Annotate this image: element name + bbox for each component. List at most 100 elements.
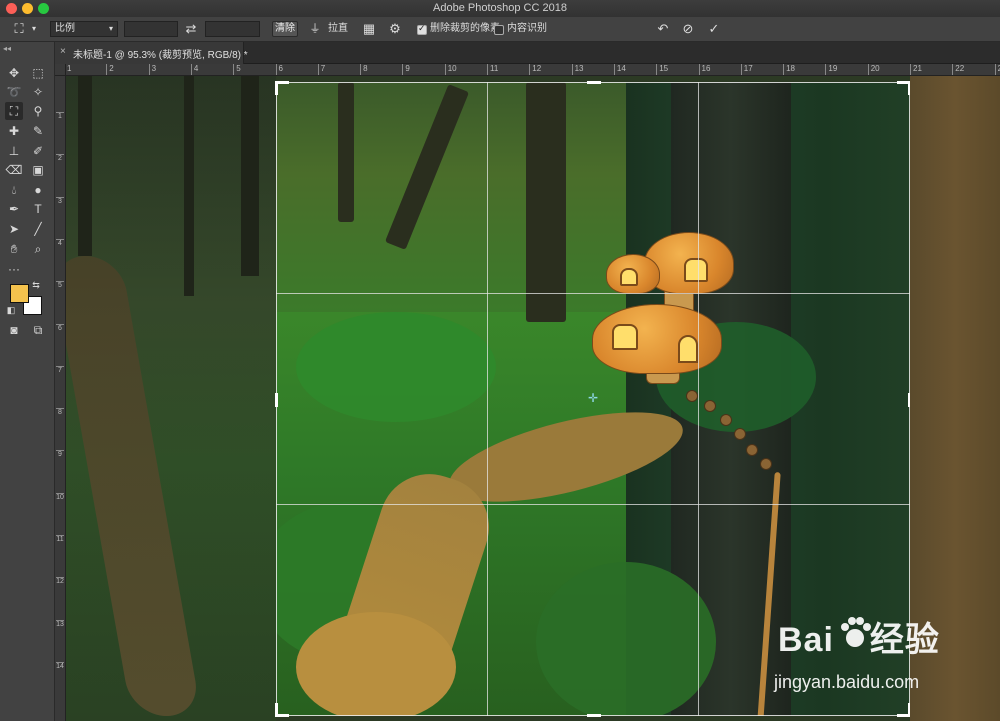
ruler-tick-label: 14 (56, 661, 64, 670)
ruler-tick-label: 6 (275, 64, 283, 75)
minimize-window-button[interactable] (22, 3, 33, 14)
height-field[interactable] (205, 21, 260, 37)
width-field[interactable] (124, 21, 178, 37)
hand-tool-icon[interactable]: ✋︎ (5, 240, 23, 258)
stair-step (704, 400, 716, 412)
ruler-tick-label: 17 (740, 64, 753, 75)
blur-tool-icon[interactable]: 💧︎ (5, 181, 23, 199)
crop-tool-icon[interactable]: ⛶ (5, 102, 23, 120)
delete-cropped-checkbox[interactable] (417, 23, 427, 35)
ruler-tick-label: 3 (148, 64, 156, 75)
more-tools-icon[interactable]: ··· (5, 260, 23, 278)
ruler-tick-label: 13 (571, 64, 584, 75)
lasso-tool-icon[interactable]: ➰ (5, 83, 23, 101)
ruler-tick-label: 7 (56, 365, 64, 375)
ruler-tick-label: 5 (233, 64, 241, 75)
healing-tool-icon[interactable]: ✚ (5, 122, 23, 140)
ruler-tick-label: 12 (56, 577, 64, 586)
crop-center-crosshair-icon: ✛ (588, 391, 599, 405)
document-tab-bar: × 未标题-1 @ 95.3% (裁剪预览, RGB/8) * (55, 42, 1000, 64)
path-select-tool-icon[interactable]: ➤ (5, 220, 23, 238)
screen-mode-icon[interactable]: ⧉ (29, 321, 47, 339)
chevron-down-icon: ▾ (108, 24, 113, 33)
marquee-tool-icon[interactable]: ⬚ (29, 64, 47, 82)
foreground-color-swatch[interactable] (10, 284, 29, 303)
history-brush-tool-icon[interactable]: ✐ (29, 142, 47, 160)
commit-check-icon[interactable]: ✓ (705, 21, 723, 37)
gradient-tool-icon[interactable]: ▣ (29, 161, 47, 179)
ruler-tick-label: 5 (56, 281, 64, 290)
tree-trunk (338, 82, 354, 222)
eyedropper-tool-icon[interactable]: ⚲ (29, 102, 47, 120)
ratio-value: 比例 (55, 23, 75, 34)
options-bar: ⛶ ▾ 比例 ▾ ⇄ 清除 ⏚ 拉直 ▦ ⚙ 删除裁剪的像素 内容识别 ↶ ⊘ … (0, 17, 1000, 42)
ruler-tick-label: 2 (106, 64, 114, 75)
clear-button[interactable]: 清除 (272, 21, 298, 37)
grid-line (487, 82, 488, 716)
eraser-tool-icon[interactable]: ⌫ (5, 161, 23, 179)
line-tool-icon[interactable]: ╱ (29, 220, 47, 238)
magic-wand-tool-icon[interactable]: ✧ (29, 83, 47, 101)
ruler-tick-label: 12 (529, 64, 541, 75)
quick-mask-icon[interactable]: ◙ (5, 321, 23, 339)
brush-tool-icon[interactable]: ✎ (29, 122, 47, 140)
crop-preset-icon[interactable]: ⛶ (8, 21, 30, 37)
document-tab[interactable]: × 未标题-1 @ 95.3% (裁剪预览, RGB/8) * (55, 42, 248, 64)
baidu-watermark: Bai 经验 jingyan.baidu.com (766, 612, 976, 702)
stair-step (720, 414, 732, 426)
ruler-tick-label: 4 (190, 64, 198, 75)
ruler-tick-label: 10 (444, 64, 457, 75)
ruler-tick-label: 22 (952, 64, 964, 75)
grid-overlay-icon[interactable]: ▦ (360, 21, 378, 37)
ruler-tick-label: 15 (656, 64, 668, 75)
maximize-window-button[interactable] (38, 3, 49, 14)
type-tool-icon[interactable]: T (29, 200, 47, 218)
delete-cropped-label: 删除裁剪的像素 (430, 23, 500, 34)
move-tool-icon[interactable]: ✥ (5, 64, 23, 82)
ruler-tick-label: 19 (825, 64, 837, 75)
swap-colors-icon[interactable]: ⇆ (30, 279, 42, 291)
swap-icon[interactable]: ⇄ (182, 21, 200, 37)
tree-trunk (241, 76, 259, 276)
content-aware-checkbox[interactable] (494, 25, 504, 35)
stamp-tool-icon[interactable]: ⊥ (5, 142, 23, 160)
ratio-select[interactable]: 比例 ▾ (50, 21, 118, 37)
straighten-label[interactable]: 拉直 (328, 21, 348, 37)
close-window-button[interactable] (6, 3, 17, 14)
pen-tool-icon[interactable]: ✒ (5, 200, 23, 218)
reset-icon[interactable]: ↶ (654, 21, 672, 37)
cancel-icon[interactable]: ⊘ (679, 21, 697, 37)
close-tab-icon[interactable]: × (60, 46, 66, 57)
ruler-tick-label: 9 (402, 64, 410, 75)
stair-step (760, 458, 772, 470)
grid-line (276, 504, 910, 505)
ruler-tick-label: 18 (783, 64, 795, 75)
collapse-toolbox-icon[interactable]: ◂◂ (3, 44, 11, 53)
chevron-down-icon[interactable]: ▾ (30, 21, 38, 37)
zoom-tool-icon[interactable]: ⌕ (29, 240, 47, 258)
stair-step (746, 444, 758, 456)
ruler-tick-label: 4 (56, 238, 64, 248)
path-left (66, 256, 202, 716)
paw-logo-icon (841, 617, 871, 647)
ruler-tick-label: 1 (56, 112, 64, 121)
default-colors-icon[interactable]: ◧ (5, 304, 17, 316)
horizontal-ruler[interactable]: 1234567891011121314151617181920212223 (66, 64, 1000, 76)
tree-trunk (526, 82, 566, 322)
title-bar: Adobe Photoshop CC 2018 (0, 0, 1000, 17)
dodge-tool-icon[interactable]: ● (29, 181, 47, 199)
ruler-tick-label: 8 (360, 64, 368, 75)
ruler-tick-label: 1 (66, 64, 71, 75)
vertical-ruler[interactable]: 1 2 3 4 5 6 7 8 9 10 11 12 13 14 (55, 76, 66, 721)
grid-line (698, 82, 699, 716)
gear-icon[interactable]: ⚙ (386, 21, 404, 37)
forest-path (296, 394, 691, 716)
level-icon[interactable]: ⏚ (306, 21, 324, 37)
ruler-tick-label: 10 (56, 492, 64, 501)
grid-line (276, 293, 910, 294)
tree-trunk (184, 76, 194, 296)
ruler-tick-label: 13 (56, 619, 64, 628)
ruler-tick-label: 14 (613, 64, 626, 75)
ruler-tick-label: 7 (317, 64, 325, 75)
ruler-tick-label: 8 (56, 408, 64, 417)
